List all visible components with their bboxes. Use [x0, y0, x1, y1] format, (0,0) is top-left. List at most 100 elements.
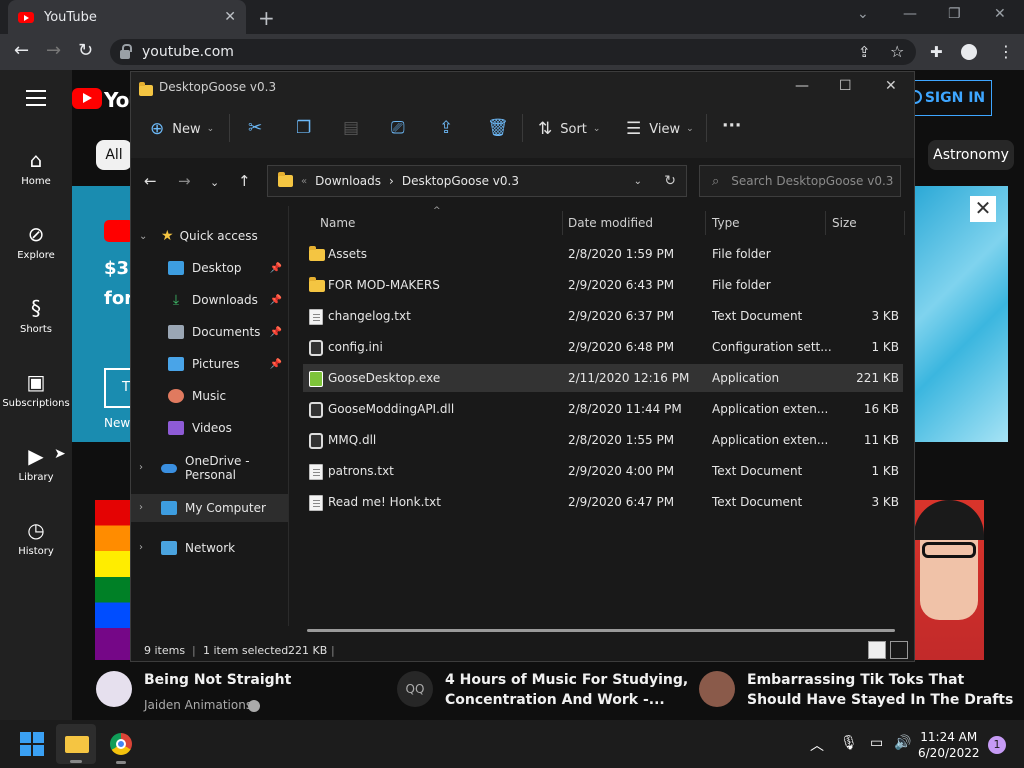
hamburger-menu-icon[interactable]: [26, 90, 46, 111]
profile-avatar-icon[interactable]: [961, 44, 977, 60]
url-text: youtube.com: [142, 44, 234, 60]
reload-icon[interactable]: ↻: [78, 40, 93, 61]
explorer-maximize-icon[interactable]: ☐: [839, 78, 852, 94]
lock-icon[interactable]: [120, 43, 132, 59]
chip-astronomy[interactable]: Astronomy: [928, 140, 1014, 170]
show-hidden-icons-icon[interactable]: ︿: [810, 735, 824, 755]
close-tab-icon[interactable]: ✕: [224, 9, 236, 25]
guide-history[interactable]: ◷ History: [0, 518, 72, 557]
paste-icon[interactable]: ▤: [343, 118, 359, 138]
file-row[interactable]: config.ini 2/9/2020 6:48 PM Configuration …: [303, 333, 903, 361]
explorer-search-input[interactable]: ⌕ Search DesktopGoose v0.3: [699, 165, 901, 197]
breadcrumb-desktopgoose[interactable]: DesktopGoose v0.3: [402, 174, 519, 188]
explorer-minimize-icon[interactable]: —: [795, 78, 809, 94]
menu-kebab-icon[interactable]: ⋮: [998, 42, 1014, 61]
chip-all[interactable]: All: [96, 140, 132, 170]
video-thumbnail[interactable]: [914, 500, 984, 660]
sort-button[interactable]: ⇅ Sort ⌄: [538, 119, 600, 139]
column-name[interactable]: Name: [320, 216, 355, 230]
details-view-icon[interactable]: [868, 641, 886, 659]
column-divider[interactable]: [562, 211, 563, 235]
copy-icon[interactable]: ❐: [296, 118, 311, 138]
channel-avatar[interactable]: [699, 671, 735, 707]
nav-documents[interactable]: Documents 📌: [131, 318, 288, 346]
taskbar-file-explorer-icon[interactable]: [56, 724, 96, 764]
rename-icon[interactable]: ⎚: [391, 118, 405, 138]
horizontal-scrollbar[interactable]: [307, 629, 895, 632]
nav-network[interactable]: › Network: [131, 534, 288, 562]
more-options-icon[interactable]: ···: [722, 116, 741, 136]
forward-icon[interactable]: →: [178, 172, 191, 190]
back-icon[interactable]: ←: [144, 172, 157, 190]
guide-subscriptions[interactable]: ▣ Subscriptions: [0, 370, 72, 409]
breadcrumb-downloads[interactable]: Downloads: [315, 174, 381, 188]
restore-icon[interactable]: ❐: [948, 6, 961, 22]
file-row[interactable]: GooseDesktop.exe 2/11/2020 12:16 PM Applic…: [303, 364, 903, 392]
explorer-address-bar[interactable]: « Downloads › DesktopGoose v0.3 ⌄ ↻: [267, 165, 687, 197]
extensions-icon[interactable]: ✚: [930, 43, 943, 61]
network-icon[interactable]: ▭: [870, 735, 883, 751]
file-row[interactable]: patrons.txt 2/9/2020 4:00 PM Text Document…: [303, 457, 903, 485]
nav-my-computer[interactable]: › My Computer: [131, 494, 288, 522]
minimize-icon[interactable]: —: [903, 6, 917, 22]
nav-downloads[interactable]: ⤓ Downloads 📌: [131, 286, 288, 314]
view-button[interactable]: ☰ View ⌄: [626, 119, 694, 139]
new-tab-icon[interactable]: +: [258, 6, 275, 30]
notification-badge[interactable]: 1: [988, 736, 1006, 754]
large-icons-view-icon[interactable]: [890, 641, 908, 659]
guide-explore[interactable]: ⊘ Explore: [0, 222, 72, 261]
youtube-logo-icon[interactable]: [72, 88, 102, 109]
channel-avatar[interactable]: [96, 671, 132, 707]
windows-start-icon[interactable]: [20, 732, 44, 756]
video-title[interactable]: Being Not Straight: [144, 670, 291, 690]
file-row[interactable]: GooseModdingAPI.dll 2/8/2020 11:44 PM Appl…: [303, 395, 903, 423]
forward-icon[interactable]: →: [46, 40, 61, 61]
video-thumbnail[interactable]: [95, 500, 131, 660]
nav-desktop[interactable]: Desktop 📌: [131, 254, 288, 282]
delete-icon[interactable]: 🗑: [487, 118, 509, 138]
volume-icon[interactable]: 🔊: [894, 735, 911, 751]
share-icon[interactable]: ⇪: [858, 43, 871, 61]
browser-tab[interactable]: YouTube ✕: [8, 0, 246, 34]
nav-quick-access[interactable]: ⌄ ★ Quick access: [131, 222, 288, 250]
taskbar-clock[interactable]: 11:24 AM 6/20/2022: [918, 729, 980, 761]
column-divider[interactable]: [904, 211, 905, 235]
cut-icon[interactable]: ✂: [248, 118, 262, 138]
back-icon[interactable]: ←: [14, 40, 29, 61]
guide-shorts[interactable]: § Shorts: [0, 296, 72, 335]
nav-videos[interactable]: Videos: [131, 414, 288, 442]
nav-music[interactable]: Music: [131, 382, 288, 410]
tab-search-icon[interactable]: ⌄: [857, 6, 869, 22]
column-type[interactable]: Type: [712, 216, 740, 230]
address-dropdown-icon[interactable]: ⌄: [634, 176, 642, 187]
channel-avatar[interactable]: QQ: [397, 671, 433, 707]
address-bar[interactable]: youtube.com: [110, 39, 916, 65]
column-divider[interactable]: [705, 211, 706, 235]
file-row[interactable]: FOR MOD-MAKERS 2/9/2020 6:43 PM File folde…: [303, 271, 903, 299]
banner-close-icon[interactable]: ✕: [970, 196, 996, 222]
close-window-icon[interactable]: ✕: [994, 6, 1006, 22]
recent-locations-icon[interactable]: ⌄: [210, 176, 219, 189]
banner-headline: $3: [104, 258, 130, 279]
taskbar-chrome-icon[interactable]: [110, 733, 132, 755]
explorer-close-icon[interactable]: ✕: [885, 78, 897, 94]
column-date-modified[interactable]: Date modified: [568, 216, 653, 230]
video-title[interactable]: Embarrassing Tik Toks That Should Have St…: [747, 670, 1013, 710]
nav-pictures[interactable]: Pictures 📌: [131, 350, 288, 378]
nav-onedrive[interactable]: › OneDrive - Personal: [131, 454, 288, 482]
bookmark-star-icon[interactable]: ☆: [890, 42, 904, 61]
video-title[interactable]: 4 Hours of Music For Studying, Concentrat…: [445, 670, 688, 710]
share-icon[interactable]: ⇪: [439, 118, 453, 138]
channel-name[interactable]: Jaiden Animations: [144, 698, 252, 712]
new-button[interactable]: ⊕ New ⌄: [150, 119, 214, 139]
file-row[interactable]: Assets 2/8/2020 1:59 PM File folder: [303, 240, 903, 268]
file-row[interactable]: MMQ.dll 2/8/2020 1:55 PM Application exten…: [303, 426, 903, 454]
refresh-icon[interactable]: ↻: [664, 173, 676, 189]
guide-home[interactable]: ⌂ Home: [0, 148, 72, 187]
file-row[interactable]: Read me! Honk.txt 2/9/2020 6:47 PM Text Do…: [303, 488, 903, 516]
column-size[interactable]: Size: [832, 216, 857, 230]
column-divider[interactable]: [825, 211, 826, 235]
microphone-icon[interactable]: 🎙: [840, 735, 858, 751]
up-icon[interactable]: ↑: [238, 172, 251, 190]
file-row[interactable]: changelog.txt 2/9/2020 6:37 PM Text Docume…: [303, 302, 903, 330]
